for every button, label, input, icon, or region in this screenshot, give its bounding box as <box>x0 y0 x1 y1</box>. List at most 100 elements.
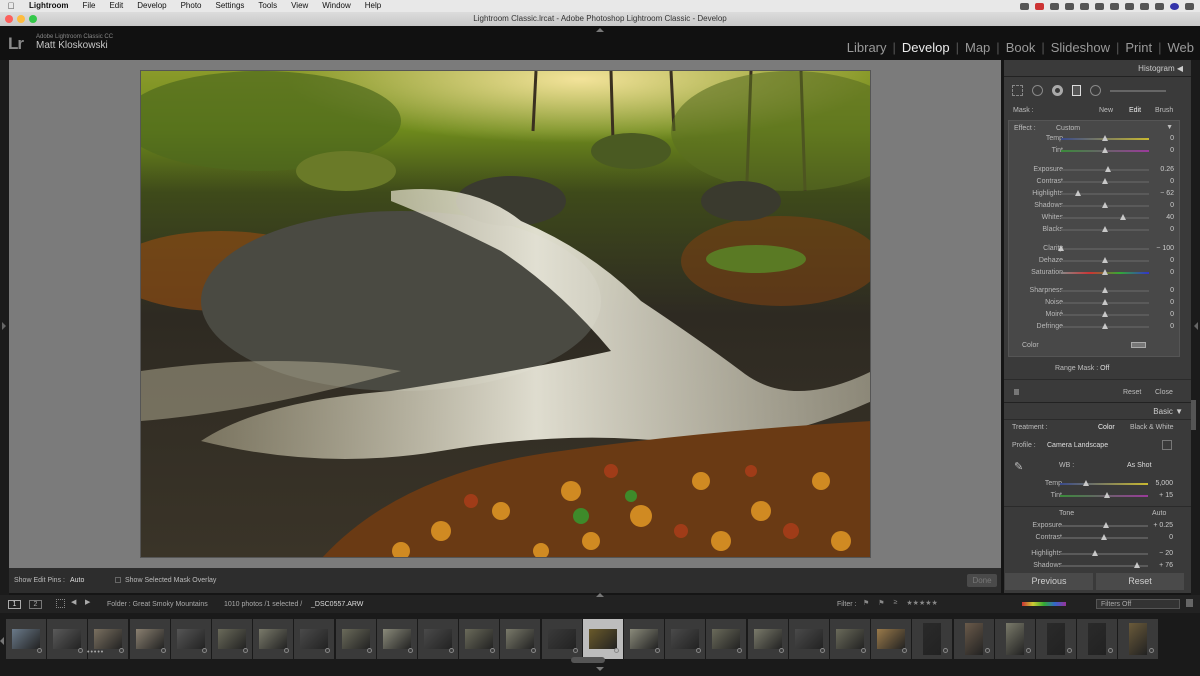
graduated-filter-icon[interactable] <box>1072 85 1081 96</box>
edit-pins-select[interactable]: Auto <box>70 577 84 584</box>
spot-removal-icon[interactable] <box>1032 85 1043 96</box>
local-slider-noise[interactable]: Noise 0 <box>1009 298 1184 308</box>
slider-value[interactable]: + 15 <box>1137 492 1173 499</box>
reject-filter-icon[interactable]: ⚑ <box>878 599 884 607</box>
search-icon[interactable] <box>1155 2 1164 10</box>
filmstrip-thumbnail[interactable] <box>294 619 335 659</box>
slider-thumb[interactable] <box>1103 492 1110 498</box>
tone-slider-exposure[interactable]: Exposure + 0.25 <box>1008 521 1183 531</box>
panel-scrollbar[interactable] <box>1191 400 1196 430</box>
filmstrip[interactable]: ••••• <box>0 613 1200 676</box>
toggle-switch-icon[interactable] <box>1014 389 1019 395</box>
slider-thumb[interactable] <box>1102 269 1108 275</box>
slider-value[interactable]: 0 <box>1138 269 1174 276</box>
local-slider-defringe[interactable]: Defringe 0 <box>1009 322 1184 332</box>
filmstrip-thumbnail[interactable] <box>335 619 376 659</box>
menu-help[interactable]: Help <box>358 0 388 12</box>
filmstrip-scrollbar[interactable] <box>571 657 605 663</box>
slider-thumb[interactable] <box>1102 287 1108 293</box>
menu-list-icon[interactable] <box>1185 2 1194 10</box>
slider-value[interactable]: 0 <box>1138 311 1174 318</box>
previous-button[interactable]: Previous <box>1005 573 1093 590</box>
grid-view-icon[interactable] <box>56 599 65 608</box>
effect-preset-select[interactable]: Custom <box>1056 125 1080 132</box>
range-mask-label[interactable]: Range Mask : Off <box>1055 365 1109 372</box>
recording-icon[interactable] <box>1035 2 1044 10</box>
main-window-button[interactable]: 1 <box>8 600 21 609</box>
menu-settings[interactable]: Settings <box>209 0 252 12</box>
minimize-window-icon[interactable] <box>17 15 25 23</box>
color-swatch[interactable] <box>1131 342 1146 348</box>
filmstrip-thumbnail[interactable] <box>871 619 912 659</box>
local-slider-highlights[interactable]: Highlights − 62 <box>1009 189 1184 199</box>
slider-value[interactable]: 40 <box>1138 214 1174 221</box>
filmstrip-thumbnail[interactable] <box>1118 619 1159 659</box>
slider-track[interactable] <box>1061 248 1149 250</box>
slider-value[interactable]: 0 <box>1138 287 1174 294</box>
menu-app[interactable]: Lightroom <box>22 0 76 12</box>
filename[interactable]: _DSC0557.ARW <box>311 601 363 608</box>
slider-value[interactable]: 0.26 <box>1138 166 1174 173</box>
slider-thumb[interactable] <box>1102 226 1108 232</box>
red-eye-icon[interactable] <box>1052 85 1063 96</box>
slider-value[interactable]: 0 <box>1138 202 1174 209</box>
filmstrip-left-arrow[interactable] <box>0 637 4 645</box>
mask-close-button[interactable]: Close <box>1155 389 1173 396</box>
menu-photo[interactable]: Photo <box>174 0 209 12</box>
filmstrip-thumbnail[interactable] <box>706 619 747 659</box>
filmstrip-thumbnail[interactable] <box>212 619 252 659</box>
local-slider-moir[interactable]: Moiré 0 <box>1009 310 1184 320</box>
slider-thumb[interactable] <box>1102 323 1108 329</box>
mask-edit-button[interactable]: Edit <box>1129 107 1141 114</box>
reset-button[interactable]: Reset <box>1096 573 1184 590</box>
local-slider-sharpness[interactable]: Sharpness 0 <box>1009 286 1184 296</box>
crop-tool-icon[interactable] <box>1012 85 1023 96</box>
local-slider-blacks[interactable]: Blacks 0 <box>1009 225 1184 235</box>
filmstrip-thumbnail[interactable] <box>541 619 582 659</box>
radial-filter-icon[interactable] <box>1090 85 1101 96</box>
slider-value[interactable]: 0 <box>1138 135 1174 142</box>
wifi-icon[interactable] <box>1110 2 1119 10</box>
expand-left-panel-icon[interactable] <box>2 322 6 330</box>
slider-thumb[interactable] <box>1102 178 1108 184</box>
local-slider-whites[interactable]: Whites 40 <box>1009 213 1184 223</box>
mask-reset-button[interactable]: Reset <box>1123 389 1141 396</box>
slider-thumb[interactable] <box>1083 480 1090 486</box>
mask-overlay-checkbox[interactable] <box>115 577 121 583</box>
slider-track[interactable] <box>1061 217 1149 219</box>
apple-icon[interactable]:  <box>0 1 22 11</box>
airplay-icon[interactable] <box>1125 2 1134 10</box>
slider-value[interactable]: − 62 <box>1138 190 1174 197</box>
local-slider-exposure[interactable]: Exposure 0.26 <box>1009 165 1184 175</box>
local-slider-dehaze[interactable]: Dehaze 0 <box>1009 256 1184 266</box>
filmstrip-thumbnail[interactable] <box>994 619 1035 659</box>
collapse-right-panel-icon[interactable] <box>1194 322 1198 330</box>
local-slider-contrast[interactable]: Contrast 0 <box>1009 177 1184 187</box>
menu-view[interactable]: View <box>284 0 315 12</box>
slider-value[interactable]: + 76 <box>1137 562 1173 569</box>
filmstrip-thumbnail[interactable] <box>170 619 211 659</box>
local-slider-shadows[interactable]: Shadows 0 <box>1009 201 1184 211</box>
basic-header[interactable]: Basic ▼ <box>1153 407 1183 416</box>
local-slider-clarity[interactable]: Clarity − 100 <box>1009 244 1184 254</box>
status-icon[interactable] <box>1050 2 1059 10</box>
slider-value[interactable]: − 20 <box>1137 550 1173 557</box>
tone-slider-highlights[interactable]: Highlights − 20 <box>1008 549 1183 559</box>
expand-filmstrip-icon[interactable] <box>596 667 604 671</box>
module-develop[interactable]: Develop <box>896 40 956 55</box>
slider-value[interactable]: 0 <box>1138 147 1174 154</box>
filmstrip-thumbnail[interactable] <box>665 619 706 659</box>
module-book[interactable]: Book <box>1000 40 1042 55</box>
mask-brush-button[interactable]: Brush <box>1155 107 1173 114</box>
slider-thumb[interactable] <box>1104 166 1111 172</box>
collapse-filmstrip-icon[interactable] <box>596 593 604 597</box>
module-library[interactable]: Library <box>841 40 893 55</box>
menu-file[interactable]: File <box>76 0 103 12</box>
filmstrip-thumbnail[interactable] <box>459 619 500 659</box>
filmstrip-thumbnail[interactable] <box>376 619 417 659</box>
module-slideshow[interactable]: Slideshow <box>1045 40 1116 55</box>
slider-thumb[interactable] <box>1092 550 1099 556</box>
filmstrip-thumbnail[interactable] <box>47 619 88 659</box>
slider-value[interactable]: 0 <box>1138 323 1174 330</box>
status-icon[interactable] <box>1020 2 1029 10</box>
